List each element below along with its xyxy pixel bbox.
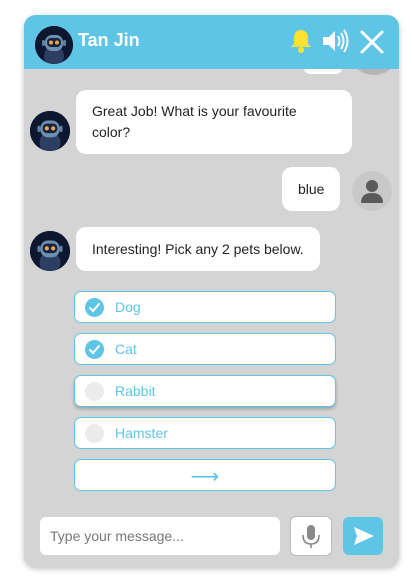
arrow-right-icon: ⟶ xyxy=(190,466,220,488)
option-label: Rabbit xyxy=(115,383,156,399)
chat-header: Tan Jin xyxy=(24,15,399,69)
robot-icon xyxy=(35,26,73,64)
bell-icon[interactable] xyxy=(288,28,314,59)
send-button[interactable] xyxy=(343,517,383,555)
chat-widget: Tan Jin Great Job! What is your favourit… xyxy=(24,15,399,567)
user-avatar xyxy=(352,171,392,211)
bot-avatar xyxy=(35,26,73,64)
bot-message: Great Job! What is your favourite color? xyxy=(76,90,352,154)
chat-title: Tan Jin xyxy=(78,30,140,50)
user-message: blue xyxy=(282,167,341,211)
user-icon xyxy=(361,180,383,203)
bot-message: Interesting! Pick any 2 pets below. xyxy=(76,227,320,271)
message-input[interactable] xyxy=(40,517,280,555)
checked-icon xyxy=(85,340,104,359)
unchecked-icon xyxy=(85,424,104,443)
option-label: Cat xyxy=(115,341,137,357)
option-label: Hamster xyxy=(115,425,168,441)
option-hamster[interactable]: Hamster xyxy=(74,417,336,449)
option-cat[interactable]: Cat xyxy=(74,333,336,365)
option-dog[interactable]: Dog xyxy=(74,291,336,323)
robot-icon xyxy=(30,231,70,271)
send-icon xyxy=(354,527,374,545)
unchecked-icon xyxy=(85,382,104,401)
option-label: Dog xyxy=(115,299,141,315)
microphone-button[interactable] xyxy=(290,516,332,556)
submit-options-button[interactable]: ⟶ xyxy=(74,459,336,491)
speaker-icon[interactable] xyxy=(321,28,349,59)
robot-icon xyxy=(30,111,70,151)
close-icon[interactable] xyxy=(359,29,385,60)
option-rabbit[interactable]: Rabbit xyxy=(74,375,336,407)
bot-avatar xyxy=(30,111,70,151)
microphone-icon xyxy=(302,525,320,548)
bot-avatar xyxy=(30,231,70,271)
checked-icon xyxy=(85,298,104,317)
